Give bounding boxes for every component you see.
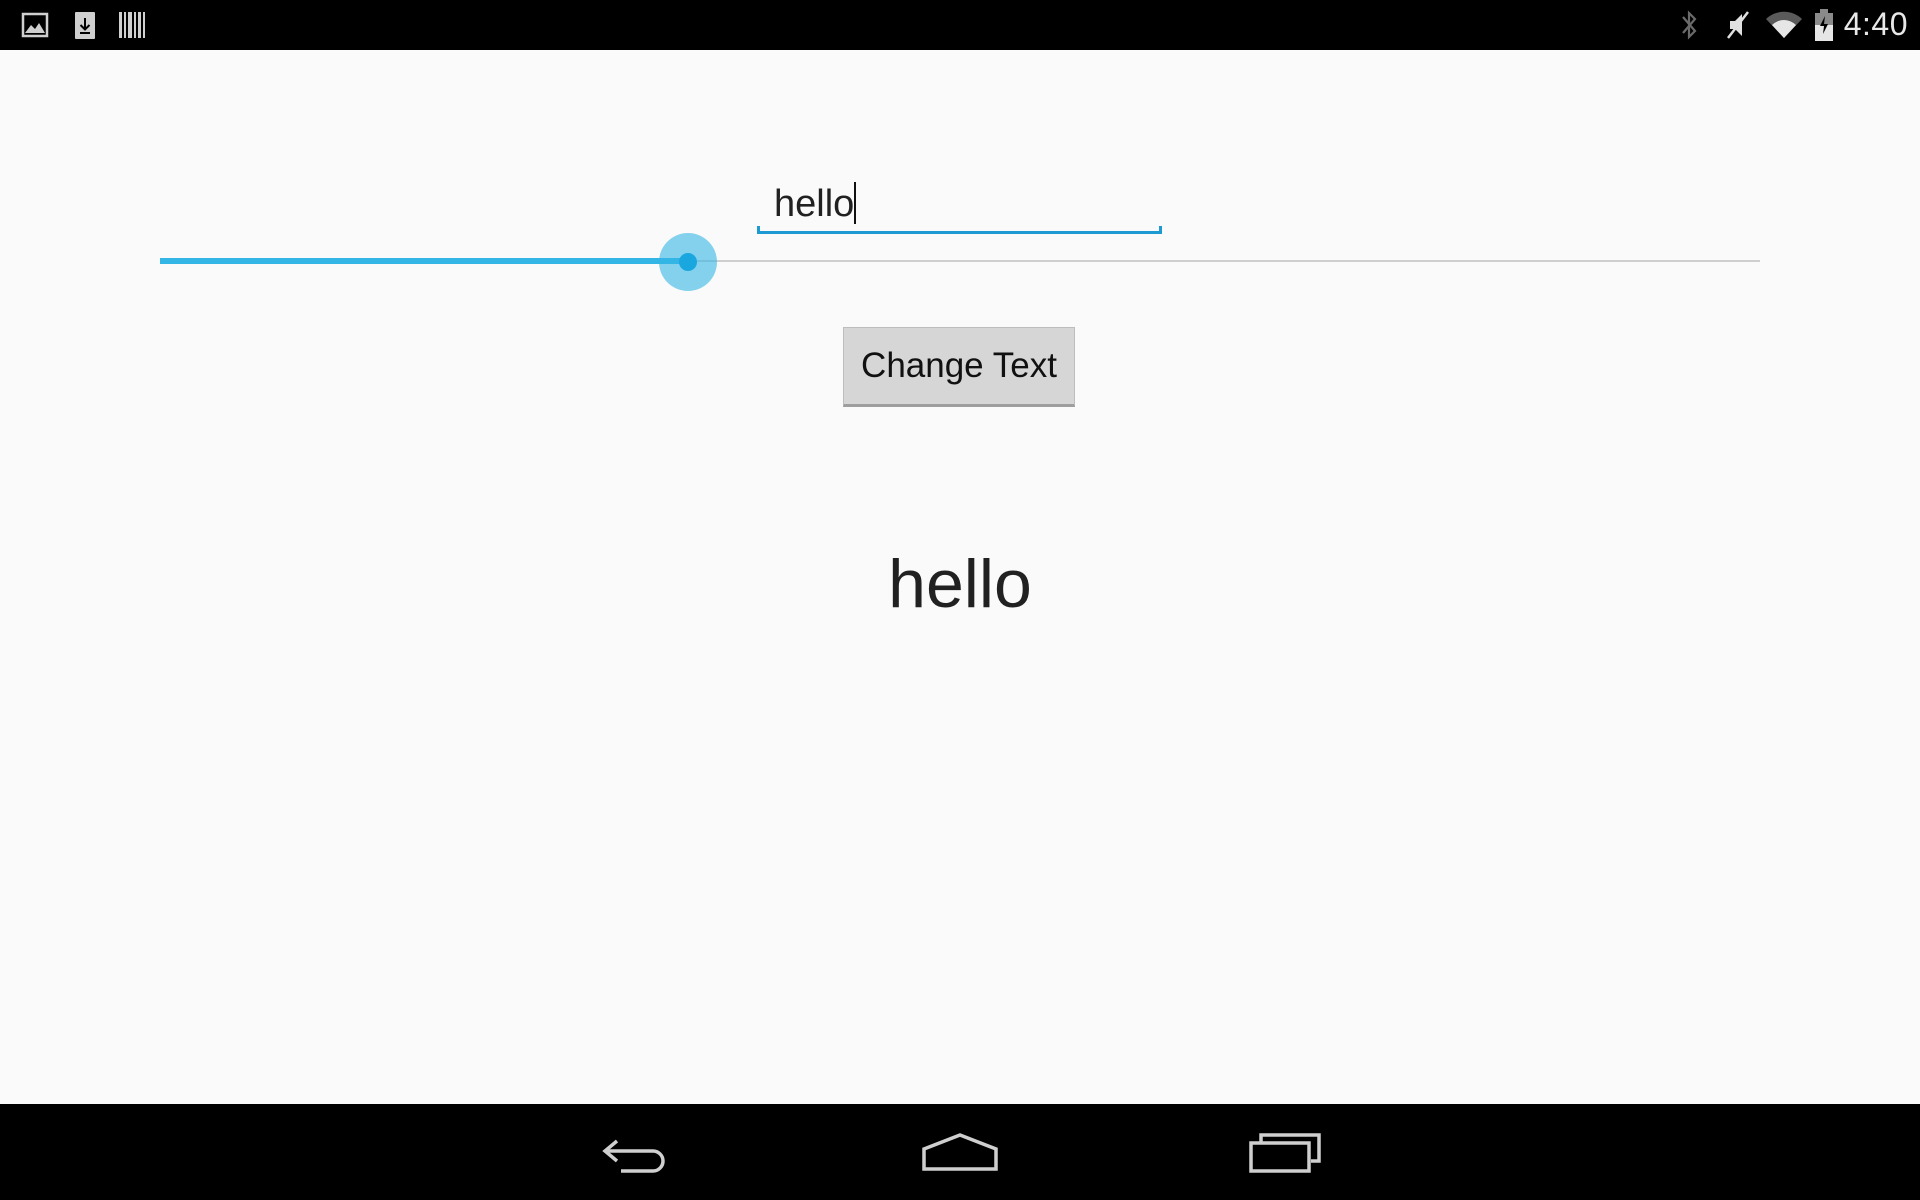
recent-apps-icon <box>1249 1133 1321 1173</box>
battery-icon <box>1815 9 1833 41</box>
text-cursor <box>854 182 857 224</box>
status-bar: 4:40 <box>0 0 1920 50</box>
home-button[interactable] <box>905 1122 1015 1182</box>
gallery-icon <box>21 12 49 38</box>
recent-apps-button[interactable] <box>1230 1122 1340 1182</box>
change-text-button[interactable]: Change Text <box>843 327 1075 407</box>
wifi-icon <box>1766 11 1802 39</box>
back-icon <box>602 1139 665 1173</box>
display-text: hello <box>888 546 1032 622</box>
app-content: hello Change Text hello <box>0 50 1920 1104</box>
home-icon <box>922 1133 998 1171</box>
back-button[interactable] <box>580 1122 690 1182</box>
navigation-bar <box>0 1104 1920 1200</box>
barcode-icon <box>119 12 145 38</box>
mute-icon <box>1727 11 1749 39</box>
bluetooth-icon <box>1682 10 1697 40</box>
clock: 4:40 <box>1843 6 1908 42</box>
seekbar-progress <box>160 258 688 264</box>
seekbar-thumb-center[interactable] <box>679 253 697 271</box>
download-icon <box>75 12 95 39</box>
text-input-value[interactable]: hello <box>774 182 857 224</box>
seekbar[interactable] <box>160 222 1760 302</box>
